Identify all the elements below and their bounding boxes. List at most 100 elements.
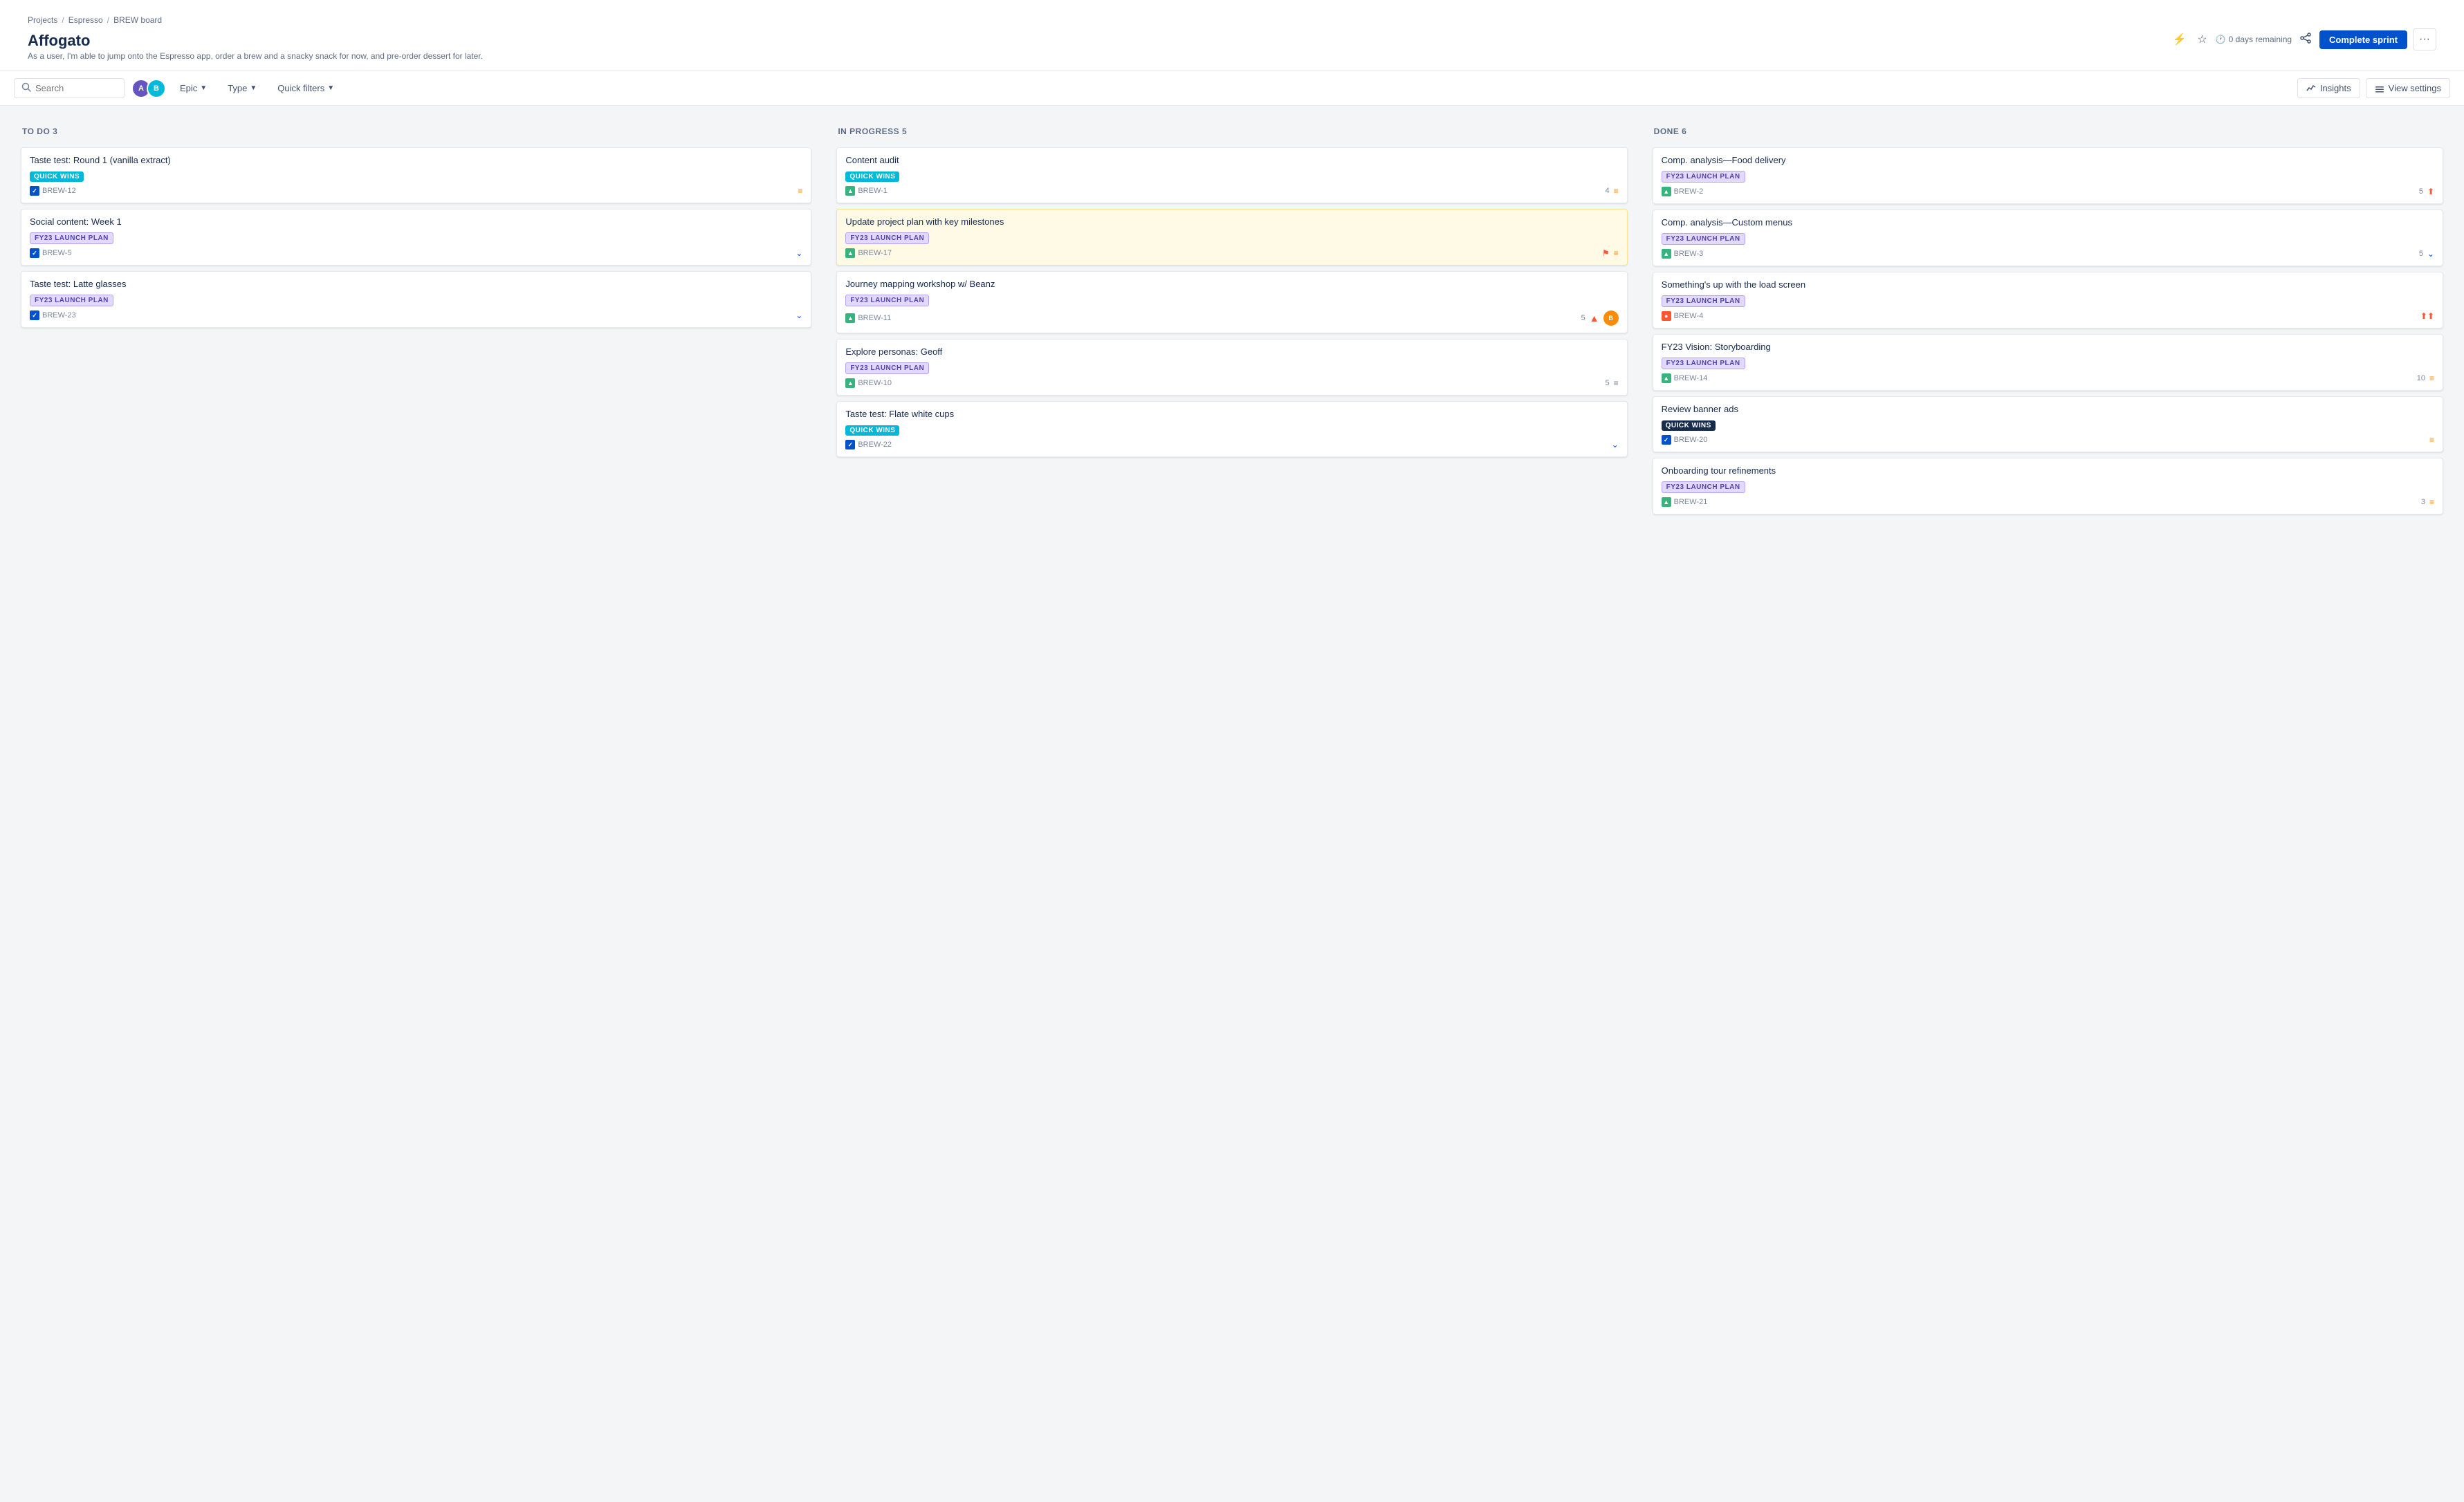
breadcrumb-espresso[interactable]: Espresso [68,15,103,25]
page-description: As a user, I'm able to jump onto the Esp… [28,51,483,68]
ticket-id-c5: ▲BREW-17 [845,248,892,258]
card-title-c3: Taste test: Latte glasses [30,279,802,289]
card-badge-c11: FY23 LAUNCH PLAN [1662,295,1745,307]
card-footer-c5: ▲BREW-17 ⚑ ≡ [845,248,1618,258]
chevron-down-icon-c3: ⌄ [796,310,802,320]
card-c1[interactable]: Taste test: Round 1 (vanilla extract)QUI… [21,147,811,203]
card-c10[interactable]: Comp. analysis—Custom menusFY23 LAUNCH P… [1653,210,2443,266]
card-badge-c4: QUICK WINS [845,171,899,182]
ticket-id-c3: ✓BREW-23 [30,310,76,320]
story-points-c12: 10 [2417,374,2425,382]
ticket-id-c12: ▲BREW-14 [1662,373,1708,383]
card-title-c13: Review banner ads [1662,404,2434,414]
more-options-button[interactable]: ··· [2413,28,2436,50]
card-c8[interactable]: Taste test: Flate white cupsQUICK WINS✓B… [836,401,1627,457]
card-c7[interactable]: Explore personas: Geoff FY23 LAUNCH PLAN ▲… [836,339,1627,396]
card-title-c8: Taste test: Flate white cups [845,409,1618,419]
card-footer-c11: ●BREW-4⬆⬆ [1662,311,2434,321]
search-input[interactable] [35,83,117,93]
card-badge-c7: FY23 LAUNCH PLAN [845,362,929,374]
ticket-id-c4: ▲BREW-1 [845,186,888,196]
column-inprogress: IN PROGRESS 5Content auditQUICK WINS▲BRE… [829,117,1634,1486]
search-box[interactable] [14,78,125,98]
card-badge-c14: FY23 LAUNCH PLAN [1662,481,1745,493]
ticket-id-c2: ✓BREW-5 [30,248,72,258]
ticket-icon-c5: ▲ [845,248,855,258]
flag-icon-c5: ⚑ [1602,248,1610,258]
toolbar-left: A B Epic ▼ Type ▼ Quick filters ▼ [14,78,341,98]
quick-filters[interactable]: Quick filters ▼ [270,80,341,97]
card-footer-c6: ▲BREW-115▲B [845,310,1618,326]
column-header-inprogress: IN PROGRESS 5 [836,124,1627,139]
card-c13[interactable]: Review banner adsQUICK WINS✓BREW-20≡ [1653,396,2443,452]
breadcrumb-projects[interactable]: Projects [28,15,57,25]
card-c11[interactable]: Something's up with the load screen FY23 … [1653,272,2443,328]
card-c5[interactable]: Update project plan with key milestonesF… [836,209,1627,266]
priority-high-c11: ⬆⬆ [2420,311,2434,321]
card-footer-c1: ✓BREW-12≡ [30,186,802,196]
ticket-icon-c11: ● [1662,311,1671,321]
card-footer-c3: ✓BREW-23 ⌄ [30,310,802,320]
card-footer-c12: ▲BREW-14 10 ≡ [1662,373,2434,383]
breadcrumb-sep-1: / [62,15,64,25]
card-badge-c9: FY23 LAUNCH PLAN [1662,171,1745,183]
card-c14[interactable]: Onboarding tour refinementsFY23 LAUNCH P… [1653,458,2443,514]
ticket-id-c10: ▲BREW-3 [1662,249,1704,259]
avatar-2[interactable]: B [147,79,166,98]
search-icon [21,82,31,94]
page-title: Affogato [28,29,483,51]
card-title-c6: Journey mapping workshop w/ Beanz [845,279,1618,289]
ticket-id-c13: ✓BREW-20 [1662,435,1708,445]
card-badge-c13: QUICK WINS [1662,420,1716,431]
card-title-c9: Comp. analysis—Food delivery [1662,155,2434,165]
card-c4[interactable]: Content auditQUICK WINS▲BREW-14≡ [836,147,1627,203]
chevron-down-icon-c2: ⌄ [796,248,802,258]
breadcrumb: Projects / Espresso / BREW board [28,11,483,29]
card-title-c11: Something's up with the load screen [1662,279,2434,290]
toolbar: A B Epic ▼ Type ▼ Quick filters ▼ Insigh… [0,71,2464,106]
card-badge-c6: FY23 LAUNCH PLAN [845,295,929,306]
lightning-button[interactable]: ⚡ [2169,30,2189,49]
ticket-icon-c2: ✓ [30,248,39,258]
ticket-icon-c9: ▲ [1662,187,1671,196]
view-settings-button[interactable]: View settings [2366,78,2450,98]
toolbar-right: Insights View settings [2297,78,2450,98]
card-badge-c1: QUICK WINS [30,171,84,182]
ticket-icon-c12: ▲ [1662,373,1671,383]
card-footer-c4: ▲BREW-14≡ [845,186,1618,196]
ticket-icon-c7: ▲ [845,378,855,388]
bars-icon-c1: ≡ [798,186,802,196]
story-points-c10: 5 [2419,250,2423,258]
breadcrumb-brew-board[interactable]: BREW board [113,15,162,25]
card-title-c7: Explore personas: Geoff [845,346,1618,357]
story-points-c6: 5 [1581,314,1585,322]
complete-sprint-button[interactable]: Complete sprint [2319,30,2407,49]
column-header-done: DONE 6 [1653,124,2443,139]
card-c2[interactable]: Social content: Week 1FY23 LAUNCH PLAN✓B… [21,209,811,266]
assignee-avatar-c6: B [1603,310,1619,326]
card-c12[interactable]: FY23 Vision: StoryboardingFY23 LAUNCH PL… [1653,334,2443,391]
priority-chevron-down-c10: ⌄ [2427,249,2434,259]
card-c6[interactable]: Journey mapping workshop w/ Beanz FY23 LA… [836,271,1627,333]
card-badge-c3: FY23 LAUNCH PLAN [30,295,113,306]
avatars-filter[interactable]: A B [131,79,166,98]
card-title-c5: Update project plan with key milestones [845,216,1618,227]
bars-icon-c12: ≡ [2429,373,2434,383]
ticket-icon-c6: ▲ [845,313,855,323]
ticket-id-c14: ▲BREW-21 [1662,497,1708,507]
epic-filter[interactable]: Epic ▼ [173,80,214,97]
header-actions: ⚡ ☆ 🕐 0 days remaining Complete sprint ·… [2169,28,2436,50]
card-c9[interactable]: Comp. analysis—Food delivery FY23 LAUNCH … [1653,147,2443,204]
type-filter[interactable]: Type ▼ [221,80,264,97]
clock-icon: 🕐 [2216,35,2226,44]
column-done: DONE 6 Comp. analysis—Food delivery FY23 L… [1646,117,2450,1486]
bars-icon-c7: ≡ [1614,378,1619,388]
star-button[interactable]: ☆ [2194,30,2209,49]
bars-icon-c5: ≡ [1614,248,1619,258]
story-points-c9: 5 [2419,187,2423,196]
epic-chevron: ▼ [200,84,207,92]
card-c3[interactable]: Taste test: Latte glasses FY23 LAUNCH PLA… [21,271,811,328]
share-button[interactable] [2297,30,2314,50]
insights-button[interactable]: Insights [2297,78,2360,98]
card-title-c12: FY23 Vision: Storyboarding [1662,342,2434,352]
